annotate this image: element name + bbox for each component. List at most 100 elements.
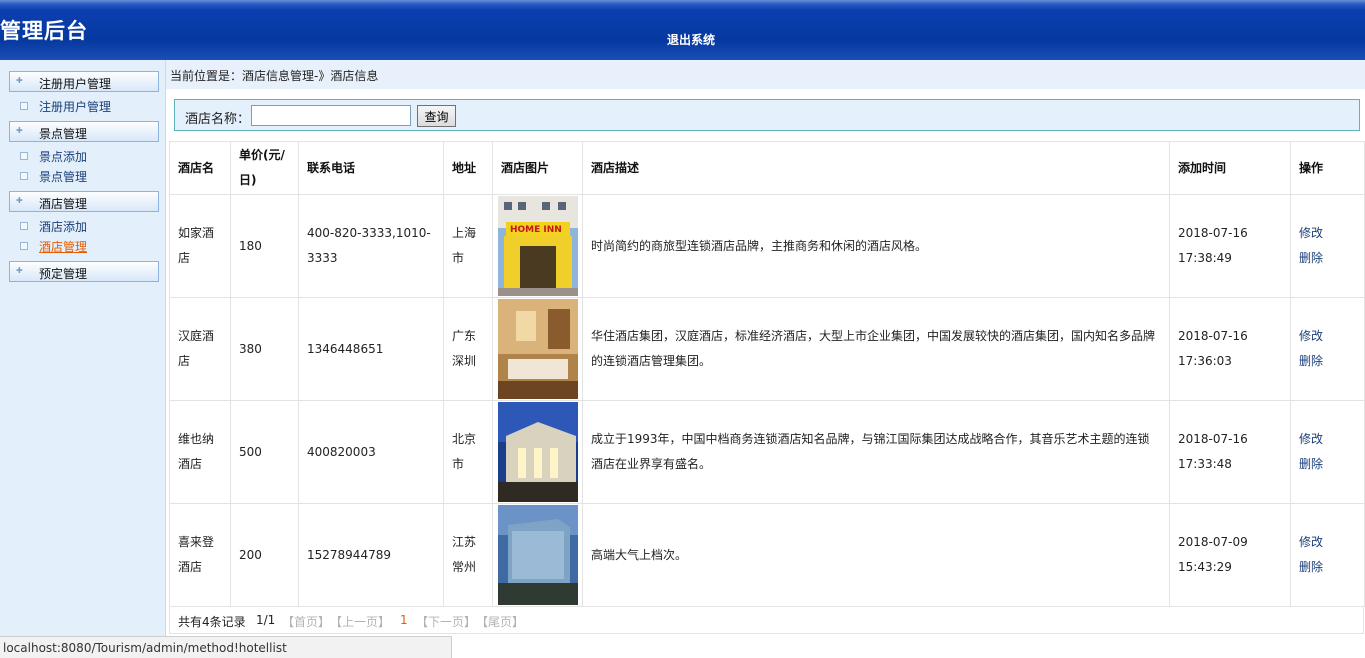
- expand-icon: ✚: [16, 266, 23, 275]
- page-indicator: 1/1: [256, 613, 276, 627]
- query-button[interactable]: 查询: [417, 105, 456, 127]
- image-cell: HOME INN: [492, 194, 583, 298]
- hotel-name-cell: 如家酒店: [169, 194, 231, 298]
- description-cell: 华住酒店集团，汉庭酒店，标准经济酒店，大型上市企业集团，中国发展较快的酒店集团，…: [582, 297, 1170, 401]
- hotel-photo-homeinn: HOME INN: [497, 196, 578, 296]
- address-cell: 江苏常州: [443, 503, 493, 607]
- description-cell: 成立于1993年，中国中档商务连锁酒店知名品牌，与锦江国际集团达成战略合作，其音…: [582, 400, 1170, 504]
- hotel-photo-hanting: [497, 299, 578, 399]
- hotel-photo-sheraton: [497, 505, 578, 605]
- date-cell: 2018-07-09 15:43:29: [1169, 503, 1291, 607]
- column-header: 酒店图片: [492, 141, 583, 195]
- hotel-name-cell: 汉庭酒店: [169, 297, 231, 401]
- table-row: 维也纳酒店 500 400820003 北京市 成立于1993年，中国中档商务连…: [169, 400, 1365, 504]
- pagination: 共有4条记录 1/1 【首页】 【上一页】 1 【下一页】 【尾页】: [169, 606, 1364, 634]
- hotel-photo-vienna: [497, 402, 578, 502]
- first-page-link[interactable]: 【首页】: [282, 613, 330, 630]
- menu-group-user[interactable]: ✚ 注册用户管理: [9, 71, 159, 92]
- table-row: 喜来登酒店 200 15278944789 江苏常州 高端大气上档次。 2018…: [169, 503, 1365, 607]
- hotel-name-cell: 维也纳酒店: [169, 400, 231, 504]
- table-row: 如家酒店 180 400-820-3333,1010-3333 上海市 HOME…: [169, 194, 1365, 298]
- last-page-link[interactable]: 【尾页】: [476, 613, 524, 630]
- next-page-link[interactable]: 【下一页】: [416, 613, 476, 630]
- sidebar-item-label: 注册用户管理: [39, 100, 112, 114]
- table-header-row: 酒店名 单价(元/日) 联系电话 地址 酒店图片 酒店描述 添加时间 操作: [169, 141, 1365, 195]
- column-header: 联系电话: [298, 141, 444, 195]
- search-bar: 酒店名称： 查询: [174, 99, 1360, 131]
- bullet-icon: [20, 152, 28, 160]
- delete-link[interactable]: 删除: [1299, 246, 1356, 271]
- expand-icon: ✚: [16, 76, 23, 85]
- menu-group-label: 预定管理: [39, 267, 88, 281]
- time-text: 17:33:48: [1178, 457, 1232, 471]
- image-cell: [492, 297, 583, 401]
- edit-link[interactable]: 修改: [1299, 427, 1356, 452]
- time-text: 17:38:49: [1178, 251, 1232, 265]
- sidebar-item-label: 景点添加: [39, 150, 88, 164]
- date-text: 2018-07-16: [1178, 432, 1248, 446]
- action-cell: 修改 删除: [1290, 400, 1365, 504]
- phone-cell: 15278944789: [298, 503, 444, 607]
- menu-group-hotel[interactable]: ✚ 酒店管理: [9, 191, 159, 212]
- action-cell: 修改 删除: [1290, 297, 1365, 401]
- date-cell: 2018-07-16 17:38:49: [1169, 194, 1291, 298]
- record-count: 共有4条记录: [178, 615, 246, 629]
- sidebar: ✚ 注册用户管理 注册用户管理 ✚ 景点管理 景点添加 景点管理 ✚ 酒店管理 …: [0, 60, 166, 658]
- bullet-icon: [20, 242, 28, 250]
- date-cell: 2018-07-16 17:33:48: [1169, 400, 1291, 504]
- edit-link[interactable]: 修改: [1299, 324, 1356, 349]
- prev-page-link[interactable]: 【上一页】: [330, 613, 390, 630]
- bullet-icon: [20, 222, 28, 230]
- phone-cell: 400-820-3333,1010-3333: [298, 194, 444, 298]
- price-cell: 500: [230, 400, 299, 504]
- hotel-table: 酒店名 单价(元/日) 联系电话 地址 酒店图片 酒店描述 添加时间 操作 如家…: [169, 141, 1365, 607]
- edit-link[interactable]: 修改: [1299, 221, 1356, 246]
- menu-group-booking[interactable]: ✚ 预定管理: [9, 261, 159, 282]
- image-cell: [492, 400, 583, 504]
- svg-text:HOME INN: HOME INN: [510, 225, 562, 235]
- phone-cell: 1346448651: [298, 297, 444, 401]
- delete-link[interactable]: 删除: [1299, 349, 1356, 374]
- app-title: 管理后台: [0, 19, 88, 43]
- status-bar: localhost:8080/Tourism/admin/method!hote…: [0, 636, 452, 658]
- delete-link[interactable]: 删除: [1299, 452, 1356, 477]
- top-header: 管理后台 退出系统: [0, 0, 1365, 60]
- logout-link[interactable]: 退出系统: [667, 31, 715, 48]
- menu-group-scenic[interactable]: ✚ 景点管理: [9, 121, 159, 142]
- description-cell: 时尚简约的商旅型连锁酒店品牌，主推商务和休闲的酒店风格。: [582, 194, 1170, 298]
- status-url: localhost:8080/Tourism/admin/method!hote…: [3, 641, 287, 655]
- delete-link[interactable]: 删除: [1299, 555, 1356, 580]
- bullet-icon: [20, 102, 28, 110]
- menu-group-label: 景点管理: [39, 127, 88, 141]
- sidebar-item-label: 酒店添加: [39, 220, 88, 234]
- menu-group-label: 酒店管理: [39, 197, 88, 211]
- action-cell: 修改 删除: [1290, 503, 1365, 607]
- column-header: 单价(元/日): [230, 141, 299, 195]
- column-header: 酒店描述: [582, 141, 1170, 195]
- hotel-name-input[interactable]: [251, 105, 411, 126]
- time-text: 15:43:29: [1178, 560, 1232, 574]
- expand-icon: ✚: [16, 196, 23, 205]
- date-text: 2018-07-16: [1178, 226, 1248, 240]
- price-cell: 180: [230, 194, 299, 298]
- date-text: 2018-07-16: [1178, 329, 1248, 343]
- column-header: 添加时间: [1169, 141, 1291, 195]
- address-cell: 北京市: [443, 400, 493, 504]
- price-cell: 200: [230, 503, 299, 607]
- menu-group-label: 注册用户管理: [39, 77, 112, 91]
- current-page-number[interactable]: 1: [400, 613, 408, 627]
- hotel-name-cell: 喜来登酒店: [169, 503, 231, 607]
- action-cell: 修改 删除: [1290, 194, 1365, 298]
- search-label: 酒店名称：: [185, 112, 251, 127]
- edit-link[interactable]: 修改: [1299, 530, 1356, 555]
- column-header: 地址: [443, 141, 493, 195]
- date-cell: 2018-07-16 17:36:03: [1169, 297, 1291, 401]
- breadcrumb-text: 当前位置是：酒店信息管理-》酒店信息: [170, 69, 379, 83]
- price-cell: 380: [230, 297, 299, 401]
- column-header: 酒店名: [169, 141, 231, 195]
- column-header: 操作: [1290, 141, 1365, 195]
- sidebar-item-label: 景点管理: [39, 170, 88, 184]
- address-cell: 上海市: [443, 194, 493, 298]
- phone-cell: 400820003: [298, 400, 444, 504]
- sidebar-item-label: 酒店管理: [39, 240, 88, 254]
